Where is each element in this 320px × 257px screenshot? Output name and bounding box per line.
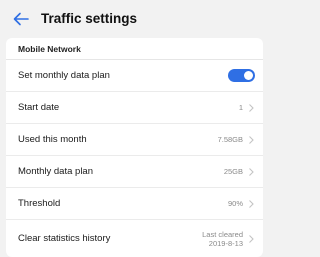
- monthly-data-plan-label: Monthly data plan: [18, 166, 93, 177]
- arrow-left-icon: [13, 12, 29, 25]
- chevron-right-icon: [249, 167, 254, 176]
- last-cleared-caption: Last cleared: [202, 229, 243, 239]
- set-monthly-data-plan-label: Set monthly data plan: [18, 70, 110, 81]
- monthly-data-plan-value: 25GB: [223, 167, 243, 176]
- start-date-label: Start date: [18, 102, 60, 113]
- monthly-data-plan-row[interactable]: Monthly data plan 25GB: [6, 156, 263, 188]
- threshold-value: 90%: [227, 199, 243, 208]
- page-title: Traffic settings: [41, 11, 138, 26]
- app-header: Traffic settings: [0, 0, 269, 37]
- used-this-month-row[interactable]: Used this month 7.58GB: [6, 124, 263, 156]
- clear-statistics-history-row[interactable]: Clear statistics history Last cleared 20…: [6, 220, 263, 257]
- toggle-knob: [244, 71, 253, 80]
- start-date-value: 1: [238, 103, 243, 112]
- chevron-right-icon: [249, 199, 254, 208]
- clear-statistics-history-label: Clear statistics history: [18, 233, 111, 244]
- settings-card: Mobile Network Set monthly data plan Sta…: [6, 38, 263, 257]
- used-this-month-value: 7.58GB: [217, 135, 243, 144]
- back-button[interactable]: [10, 8, 32, 30]
- chevron-right-icon: [249, 103, 254, 112]
- last-cleared-value: Last cleared 2019-8-13: [202, 230, 243, 248]
- start-date-row[interactable]: Start date 1: [6, 92, 263, 124]
- threshold-row[interactable]: Threshold 90%: [6, 188, 263, 220]
- section-header-mobile-network: Mobile Network: [6, 38, 263, 60]
- chevron-right-icon: [249, 234, 254, 243]
- last-cleared-date: 2019-8-13: [208, 238, 243, 248]
- threshold-label: Threshold: [18, 198, 61, 209]
- monthly-data-plan-toggle[interactable]: [228, 69, 255, 82]
- chevron-right-icon: [249, 135, 254, 144]
- used-this-month-label: Used this month: [18, 134, 87, 145]
- set-monthly-data-plan-row: Set monthly data plan: [6, 60, 263, 92]
